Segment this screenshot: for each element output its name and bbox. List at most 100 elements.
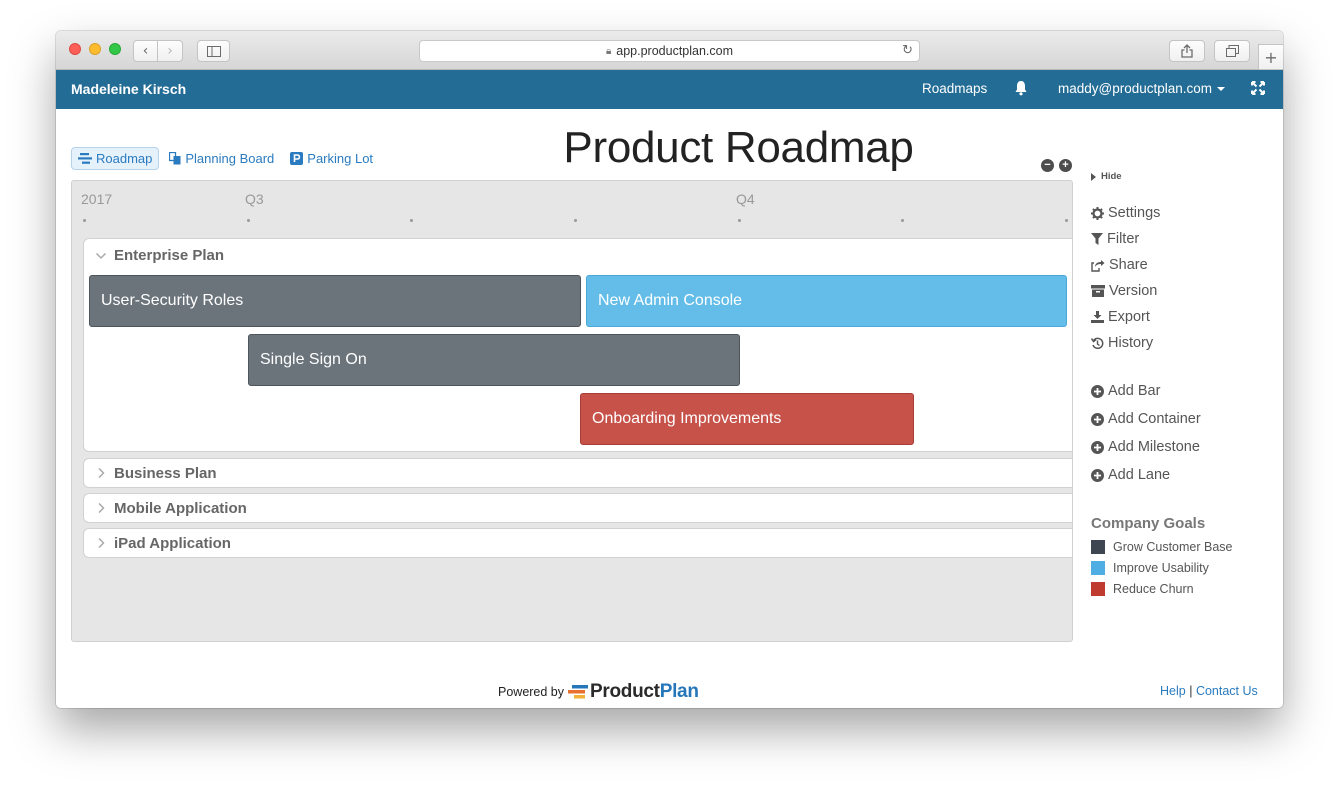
account-menu[interactable]: maddy@productplan.com [1058,81,1226,96]
new-tab-button[interactable]: + [1258,44,1283,70]
download-icon [1091,311,1104,323]
add-milestone-label: Add Milestone [1108,439,1200,455]
roadmap-icon [78,153,92,164]
expand-icon[interactable] [1251,81,1265,95]
lane-ipad-application: iPad Application [83,528,1072,558]
help-link[interactable]: Help [1160,684,1186,698]
show-tabs-button[interactable] [1214,40,1250,62]
plus-circle-icon [1091,384,1104,398]
lane-title[interactable]: Mobile Application [114,500,247,517]
add-container-label: Add Container [1108,411,1201,427]
powered-by: Powered by ProductPlan [498,681,699,703]
add-bar-button[interactable]: Add Bar [1091,383,1160,399]
plus-circle-icon [1091,412,1104,426]
chevron-right-icon[interactable] [95,537,107,549]
goal-label: Grow Customer Base [1113,540,1233,554]
timeline-tick [1065,219,1068,222]
footer-separator: | [1189,684,1193,698]
bell-icon[interactable] [1014,80,1028,96]
chevron-down-icon[interactable] [95,250,107,262]
close-window-button[interactable] [69,43,81,55]
goal-legend-item: Improve Usability [1091,561,1209,575]
browser-window: ‹ › 🔒︎ app.productplan.com ↻ + Madeleine… [56,31,1283,708]
app-header: Madeleine Kirsch Roadmaps maddy@productp… [56,70,1283,109]
company-goals-title: Company Goals [1091,515,1206,532]
version-label: Version [1109,283,1158,299]
history-link[interactable]: History [1091,335,1153,351]
back-button[interactable]: ‹ [133,40,158,62]
chevron-right-icon[interactable] [95,467,107,479]
timeline-label-q4: Q4 [736,191,755,207]
lane-enterprise-plan: Enterprise Plan User-Security Roles New … [83,238,1072,452]
zoom-window-button[interactable] [109,43,121,55]
history-label: History [1108,335,1154,351]
sidebar-icon [206,45,221,57]
filter-icon [1091,233,1103,245]
settings-link[interactable]: Settings [1091,205,1160,221]
logo-product: Product [590,681,660,702]
export-link[interactable]: Export [1091,309,1150,325]
lane-title[interactable]: Enterprise Plan [114,247,224,264]
tab-roadmap[interactable]: Roadmap [71,147,160,170]
planning-board-icon [169,152,181,165]
goal-label: Improve Usability [1113,561,1209,575]
timeline-tick [574,219,577,222]
contact-us-link[interactable]: Contact Us [1196,684,1258,698]
caret-down-icon [1217,87,1226,92]
hide-panel-toggle[interactable]: Hide [1091,171,1122,182]
add-bar-label: Add Bar [1108,383,1161,399]
lane-title[interactable]: Business Plan [114,465,217,482]
forward-button[interactable]: › [158,40,183,62]
productplan-logo[interactable]: ProductPlan [568,681,699,703]
bar-single-sign-on[interactable]: Single Sign On [248,334,740,386]
zoom-in-icon[interactable]: + [1059,159,1072,172]
main-content: Roadmap Planning Board Parking Lot Produ… [56,109,1283,708]
share-button[interactable] [1169,40,1205,62]
add-milestone-button[interactable]: Add Milestone [1091,439,1200,455]
timeline-label-q3: Q3 [245,191,264,207]
add-lane-label: Add Lane [1108,467,1171,483]
goal-legend-item: Grow Customer Base [1091,540,1232,554]
footer-links: Help | Contact Us [1160,684,1258,698]
zoom-out-icon[interactable]: − [1041,159,1054,172]
sidebar-toggle-button[interactable] [197,40,230,62]
timeline-tick [410,219,413,222]
minimize-window-button[interactable] [89,43,101,55]
chevron-right-icon[interactable] [95,502,107,514]
tab-parking-lot-label: Parking Lot [307,151,374,166]
share-label: Share [1109,257,1148,273]
lane-title[interactable]: iPad Application [114,535,231,552]
productplan-logo-icon [568,685,589,699]
productplan-wordmark: ProductPlan [590,681,699,703]
share-link[interactable]: Share [1091,257,1148,273]
address-bar[interactable]: 🔒︎ app.productplan.com ↻ [419,40,920,62]
timeline-tick [83,219,86,222]
parking-icon [290,152,304,165]
lane-mobile-application: Mobile Application [83,493,1072,523]
archive-icon [1091,285,1105,297]
hide-label: Hide [1101,171,1122,182]
add-container-button[interactable]: Add Container [1091,411,1201,427]
reload-icon[interactable]: ↻ [902,43,913,58]
bar-onboarding-improvements[interactable]: Onboarding Improvements [580,393,914,445]
tab-parking-lot[interactable]: Parking Lot [284,147,379,170]
version-link[interactable]: Version [1091,283,1157,299]
url-text: app.productplan.com [616,44,734,58]
filter-label: Filter [1107,231,1140,247]
logo-plan: Plan [659,681,699,702]
view-tabs: Roadmap Planning Board Parking Lot [71,147,383,170]
timeline-tick [738,219,741,222]
tabs-icon [1225,45,1239,57]
filter-link[interactable]: Filter [1091,231,1139,247]
plus-icon: + [1264,47,1278,67]
add-lane-button[interactable]: Add Lane [1091,467,1170,483]
roadmaps-link[interactable]: Roadmaps [922,81,987,96]
export-label: Export [1108,309,1150,325]
share-external-icon [1091,259,1105,272]
bar-user-security-roles[interactable]: User-Security Roles [89,275,581,327]
chevron-right-icon: › [167,43,173,59]
bar-new-admin-console[interactable]: New Admin Console [586,275,1067,327]
goal-label: Reduce Churn [1113,582,1194,596]
tab-planning-board[interactable]: Planning Board [163,147,280,170]
account-email: maddy@productplan.com [1058,81,1213,96]
